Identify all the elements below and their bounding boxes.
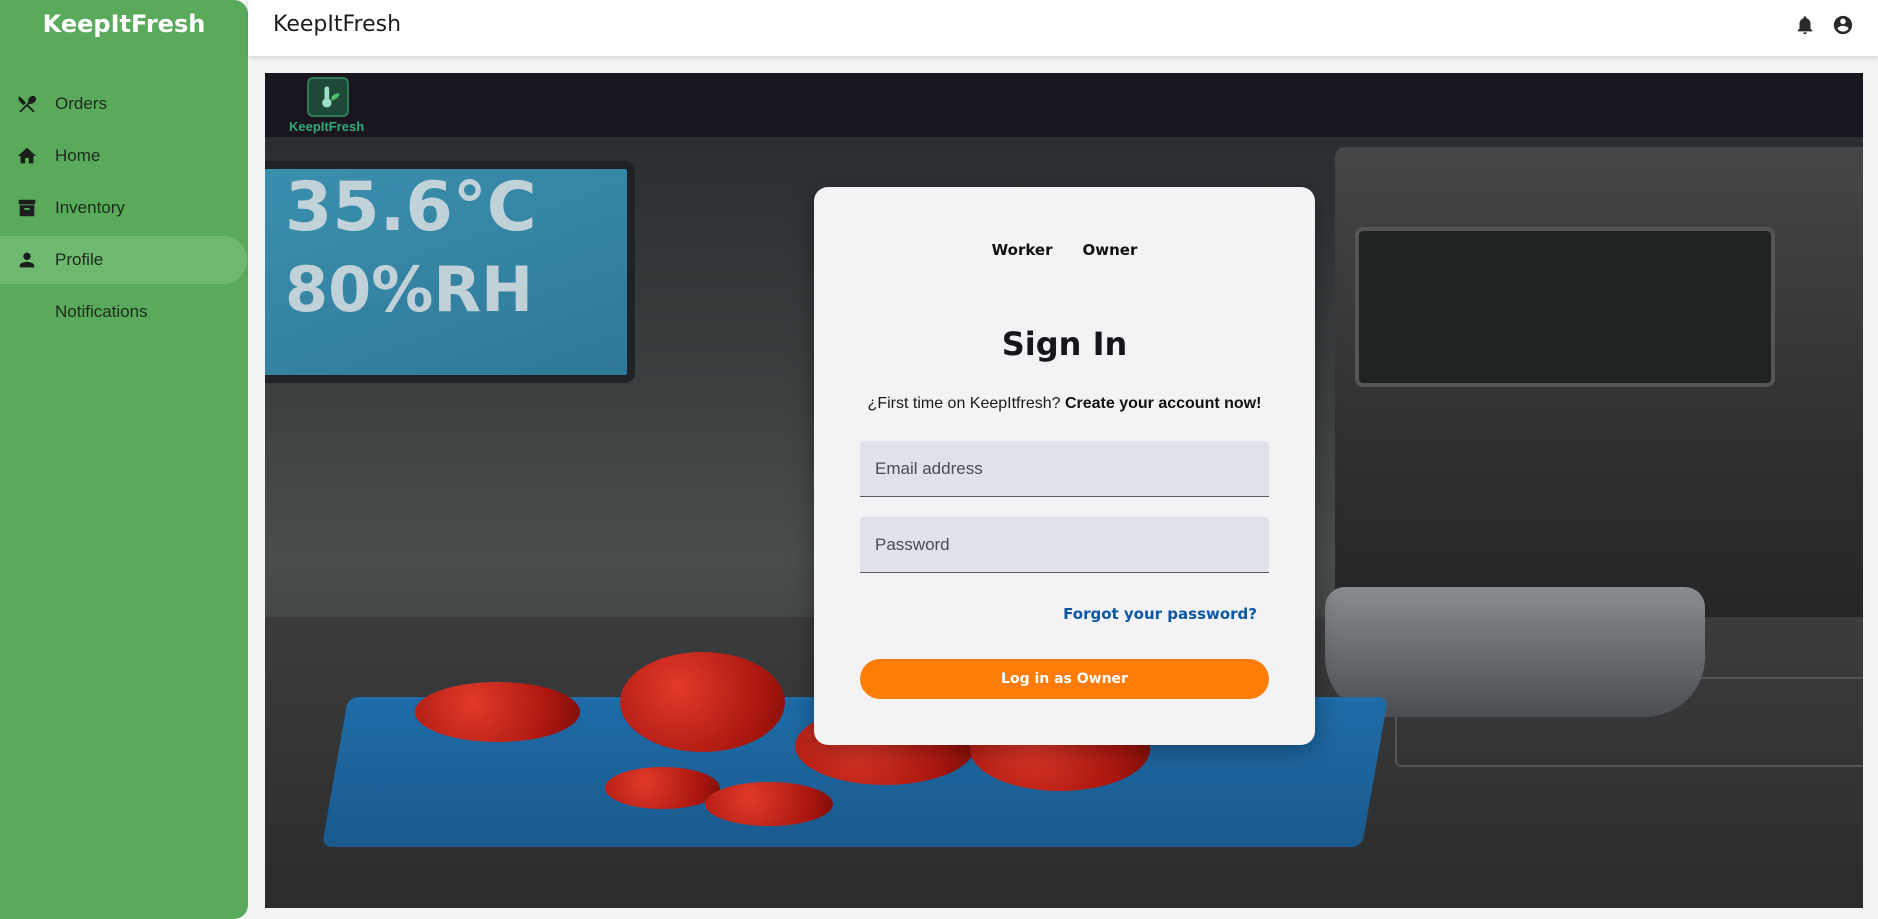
archive-icon [14, 195, 40, 221]
sidebar-item-home[interactable]: Home [0, 132, 247, 180]
top-app-bar: KeepItFresh [248, 0, 1878, 56]
sidebar-item-label: Home [55, 146, 101, 165]
page-title: KeepItFresh [273, 12, 402, 37]
role-tabs: Worker Owner [814, 241, 1315, 259]
email-input[interactable] [860, 441, 1269, 496]
utensils-icon [14, 91, 40, 117]
tomato-shape [620, 652, 785, 752]
signup-question: ¿First time on KeepItfresh? [867, 395, 1061, 412]
bell-icon[interactable] [1794, 14, 1816, 41]
tab-owner[interactable]: Owner [1083, 241, 1138, 259]
tomato-shape [415, 682, 580, 742]
sidebar-item-label: Orders [55, 94, 107, 113]
account-circle-icon[interactable] [1832, 14, 1854, 41]
temperature-readout: 35.6°C [285, 168, 537, 247]
password-input[interactable] [860, 517, 1269, 572]
tomato-shape [705, 782, 833, 826]
sidebar-nav: Orders Home Inventory Profile Notificati… [0, 80, 248, 340]
sidebar: KeepItFresh Orders Home Inventory Profil… [0, 0, 248, 919]
create-account-link[interactable]: Create your account now! [1065, 395, 1261, 412]
logo-text: KeepItFresh [289, 119, 365, 134]
sidebar-item-orders[interactable]: Orders [0, 80, 247, 128]
sidebar-brand: KeepItFresh [42, 10, 206, 38]
blank-icon [14, 299, 40, 325]
sidebar-item-notifications[interactable]: Notifications [0, 288, 247, 336]
sidebar-item-profile[interactable]: Profile [0, 236, 247, 284]
content-frame: KeepItFresh 35.6°C 80%RH Worker Owner Si… [265, 73, 1863, 908]
sign-in-title: Sign In [1001, 325, 1128, 363]
forgot-password-link[interactable]: Forgot your password? [1063, 605, 1257, 623]
sidebar-item-label: Inventory [55, 198, 125, 217]
person-icon [14, 247, 40, 273]
sidebar-item-inventory[interactable]: Inventory [0, 184, 247, 232]
sign-in-card: Worker Owner Sign In ¿First time on Keep… [814, 187, 1315, 745]
home-icon [14, 143, 40, 169]
topbar-actions [1794, 14, 1854, 41]
keepitfresh-logo: KeepItFresh [289, 77, 369, 134]
humidity-readout: 80%RH [285, 253, 534, 326]
tab-worker[interactable]: Worker [992, 241, 1053, 259]
embedded-header: KeepItFresh [265, 73, 1863, 137]
sidebar-item-label: Profile [55, 250, 104, 269]
password-field[interactable] [860, 517, 1269, 573]
tomato-shape [605, 767, 720, 809]
oven-door-shape [1355, 227, 1775, 387]
email-field[interactable] [860, 441, 1269, 497]
login-button[interactable]: Log in as Owner [860, 659, 1269, 699]
signup-prompt: ¿First time on KeepItfresh? Create your … [814, 395, 1315, 413]
sidebar-item-label: Notifications [55, 302, 148, 321]
thermometer-leaf-icon [307, 77, 349, 117]
